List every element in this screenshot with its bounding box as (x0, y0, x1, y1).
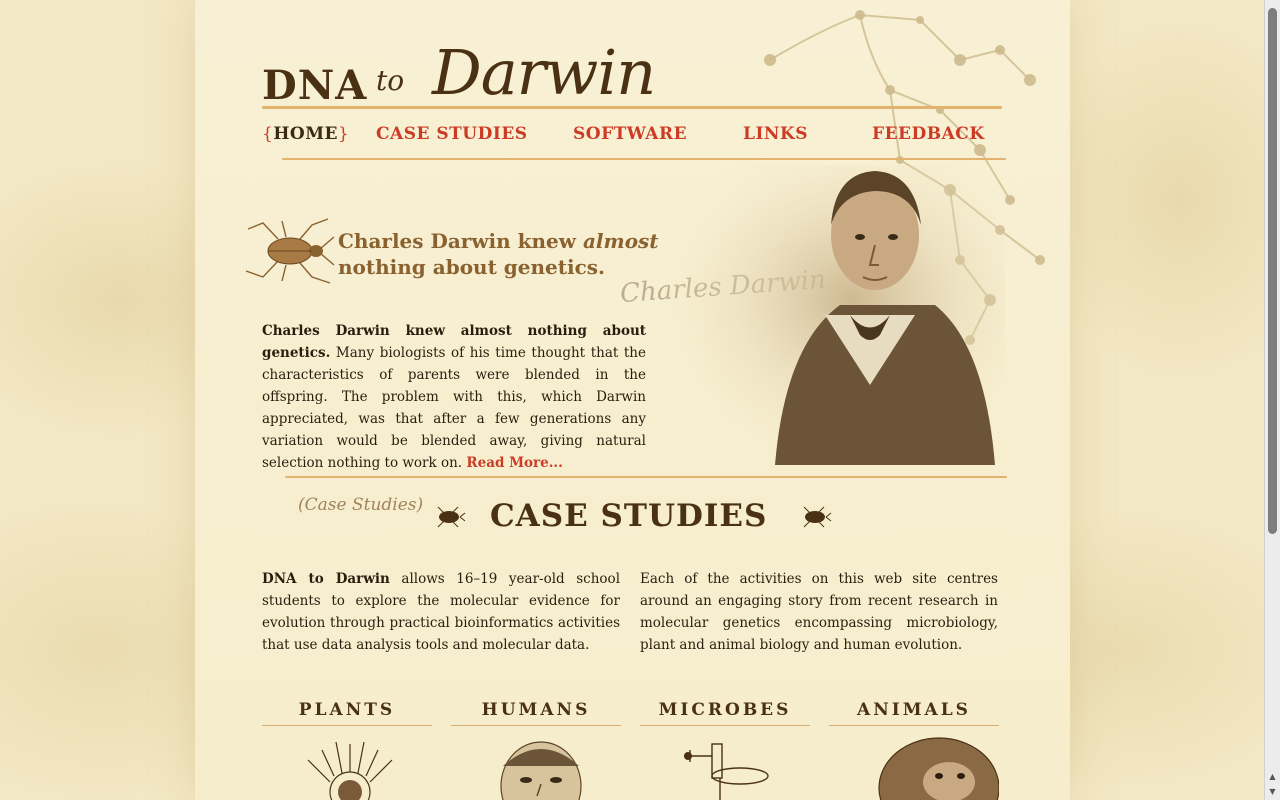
nav-home-brace-open: { (262, 124, 274, 144)
nav-home-label: HOME (273, 124, 338, 144)
scrollbar-thumb[interactable] (1268, 8, 1277, 534)
hero-headline-part2: nothing about genetics. (338, 255, 605, 279)
header-rule-top (262, 106, 1002, 109)
hero-intro-text: Charles Darwin knew almost nothing about… (262, 320, 646, 474)
scroll-down-arrow-icon[interactable]: ▼ (1265, 785, 1280, 798)
case-studies-intro-left-bold: DNA to Darwin (262, 571, 390, 587)
nav-software[interactable]: SOFTWARE (573, 124, 687, 144)
category-humans[interactable]: HUMANS (451, 700, 621, 720)
main-nav: {HOME} CASE STUDIES SOFTWARE LINKS FEEDB… (262, 124, 1002, 148)
hero-headline: Charles Darwin knew almost nothing about… (338, 228, 698, 280)
hero-headline-emphasis: almost (582, 229, 659, 253)
hero-intro-body: Many biologists of his time thought that… (262, 345, 646, 471)
hero-headline-part1: Charles Darwin knew (338, 229, 583, 253)
category-animals-rule (829, 725, 999, 726)
ape-face-image[interactable] (829, 736, 999, 800)
darwin-portrait-image (665, 165, 1005, 465)
microscope-image[interactable] (640, 736, 810, 800)
logo-to-text: to (376, 64, 405, 97)
nav-links[interactable]: LINKS (743, 124, 808, 144)
header-rule-bottom (282, 158, 1006, 160)
plant-flower-image[interactable] (262, 736, 432, 800)
section-rule (285, 476, 1007, 478)
category-animals[interactable]: ANIMALS (829, 700, 999, 720)
case-studies-intro-left: DNA to Darwin allows 16–19 year-old scho… (262, 568, 620, 656)
beetle-small-left-icon (437, 506, 466, 528)
category-humans-rule (451, 725, 621, 726)
logo-dna-text: DNA (262, 62, 368, 109)
category-microbes-rule (640, 725, 810, 726)
nav-home[interactable]: {HOME} (262, 124, 349, 144)
logo-darwin-text: Darwin (432, 36, 656, 109)
scroll-up-arrow-icon[interactable]: ▲ (1265, 770, 1280, 783)
category-plants-rule (262, 725, 432, 726)
nav-home-brace-close: } (337, 124, 350, 144)
category-microbes[interactable]: MICROBES (640, 700, 810, 720)
case-studies-script-label: (Case Studies) (298, 495, 424, 515)
beetle-small-right-icon (803, 506, 832, 528)
beetle-icon (245, 218, 335, 284)
nav-feedback[interactable]: FEEDBACK (872, 124, 985, 144)
case-studies-heading: CASE STUDIES (490, 498, 768, 534)
category-plants[interactable]: PLANTS (262, 700, 432, 720)
human-face-image[interactable] (451, 736, 621, 800)
read-more-link[interactable]: Read More... (466, 455, 562, 471)
case-studies-intro-right: Each of the activities on this web site … (640, 571, 998, 653)
nav-case-studies[interactable]: CASE STUDIES (376, 124, 528, 144)
vertical-scrollbar[interactable]: ▲ ▼ (1264, 0, 1280, 800)
